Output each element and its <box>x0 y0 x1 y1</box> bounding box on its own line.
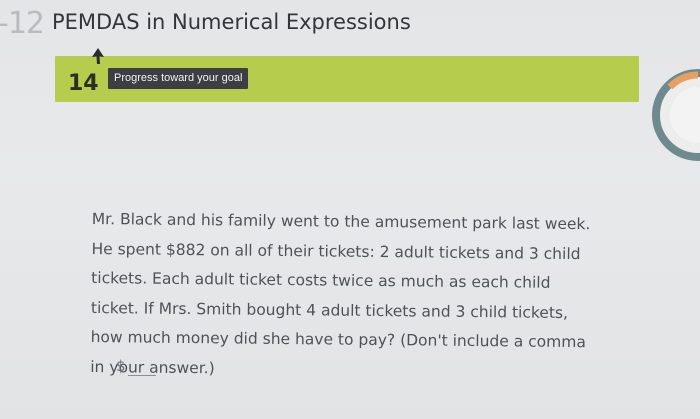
lesson-number: -12 <box>0 6 45 41</box>
answer-input[interactable] <box>127 358 156 376</box>
currency-symbol: $ <box>116 357 126 375</box>
question-line: in your answer.) <box>90 357 215 378</box>
progress-goal-label[interactable]: Progress toward your goal <box>108 68 249 89</box>
goal-progress-meter[interactable] <box>648 65 700 165</box>
mouse-pointer-icon <box>92 48 104 64</box>
question-text: Mr. Black and his family went to the amu… <box>90 205 672 389</box>
lesson-title: PEMDAS in Numerical Expressions <box>52 10 411 34</box>
question-number: 14 <box>68 71 99 96</box>
answer-row: $ <box>116 357 156 376</box>
